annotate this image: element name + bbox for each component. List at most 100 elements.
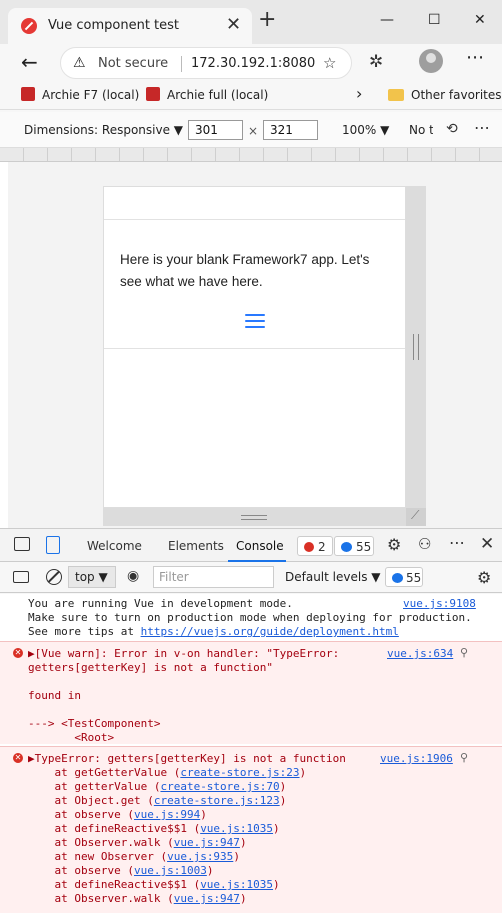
grip-icon xyxy=(413,334,419,360)
error-count-badge[interactable]: 2 xyxy=(297,536,333,556)
deployment-link[interactable]: https://vuejs.org/guide/deployment.html xyxy=(141,625,399,638)
width-input[interactable]: 301 xyxy=(188,120,243,140)
warn-line: <Root> xyxy=(28,731,115,744)
message-count-badge[interactable]: 55 xyxy=(334,536,374,556)
vue-warn-message: ✕ ▶[Vue warn]: Error in v-on handler: "T… xyxy=(0,641,502,744)
stack-frame: at observe (vue.js:994) xyxy=(28,808,207,821)
extensions-icon[interactable]: ✲ xyxy=(369,52,383,72)
search-icon[interactable]: ⚲ xyxy=(460,646,468,659)
message-icon xyxy=(341,542,352,552)
stack-link[interactable]: create-store.js:70 xyxy=(160,780,279,793)
close-devtools-icon[interactable]: ✕ xyxy=(480,534,494,554)
warn-line[interactable]: ▶[Vue warn]: Error in v-on handler: "Typ… xyxy=(28,647,339,661)
message-count: 55 xyxy=(406,571,422,585)
stack-frame: at defineReactive$$1 (vue.js:1035) xyxy=(28,822,280,835)
divider xyxy=(181,56,182,72)
stack-link[interactable]: vue.js:994 xyxy=(134,808,200,821)
device-frame: Here is your blank Framework7 app. Let's… xyxy=(103,186,406,508)
warning-icon[interactable]: ⚠ xyxy=(73,55,86,71)
page-gutter xyxy=(0,162,8,528)
stack-link[interactable]: vue.js:935 xyxy=(167,850,233,863)
add-favorite-icon[interactable]: ☆ xyxy=(323,54,336,72)
stack-frame: at Object.get (create-store.js:123) xyxy=(28,794,287,807)
stack-link[interactable]: vue.js:947 xyxy=(174,892,240,905)
emulated-viewport-area: Here is your blank Framework7 app. Let's… xyxy=(0,162,502,528)
browser-tab[interactable]: Vue component test ✕ xyxy=(8,8,252,44)
ruler xyxy=(0,148,502,162)
eye-icon[interactable]: ◉ xyxy=(127,568,139,584)
bookmark-archie-full[interactable]: Archie full (local) xyxy=(167,88,268,102)
stack-link[interactable]: vue.js:1035 xyxy=(200,822,273,835)
times-label: × xyxy=(248,124,259,138)
tab-elements[interactable]: Elements xyxy=(168,539,224,553)
rotate-icon[interactable]: ⟲ xyxy=(446,121,458,137)
height-input[interactable]: 321 xyxy=(263,120,318,140)
stack-link[interactable]: vue.js:1003 xyxy=(134,864,207,877)
zoom-select[interactable]: 100% ▼ xyxy=(342,123,389,137)
stack-link[interactable]: vue.js:947 xyxy=(174,836,240,849)
tab-welcome[interactable]: Welcome xyxy=(87,539,142,553)
tab-close-icon[interactable]: ✕ xyxy=(226,14,241,35)
stack-link[interactable]: create-store.js:123 xyxy=(154,794,280,807)
throttle-select[interactable]: No throttling xyxy=(409,123,433,137)
console-settings-gear-icon[interactable]: ⚙ xyxy=(477,568,491,587)
stack-frame: at observe (vue.js:1003) xyxy=(28,864,214,877)
log-line-text: See more tips at xyxy=(28,625,141,638)
back-button[interactable]: ← xyxy=(21,50,38,74)
app-intro-text: Here is your blank Framework7 app. Let's… xyxy=(120,252,370,289)
source-link[interactable]: vue.js:634 xyxy=(387,647,453,660)
close-window-button[interactable]: ✕ xyxy=(474,12,486,28)
console-output: You are running Vue in development mode.… xyxy=(0,594,502,913)
message-count-badge[interactable]: 55 xyxy=(385,567,423,587)
more-icon[interactable]: ⋯ xyxy=(449,533,465,552)
stack-frame: at Observer.walk (vue.js:947) xyxy=(28,892,247,905)
bookmark-archie-f7[interactable]: Archie F7 (local) xyxy=(42,88,139,102)
chevron-right-icon[interactable]: › xyxy=(356,84,362,103)
address-bar[interactable]: ⚠ Not secure 172.30.192.1:8080 ☆ xyxy=(60,47,352,79)
device-toggle-icon[interactable] xyxy=(46,536,60,554)
more-icon[interactable]: ⋯ xyxy=(474,118,490,137)
menu-icon[interactable] xyxy=(245,314,265,328)
devtools-tab-bar: Welcome Elements Console 2 55 ⚙ ⚇ ⋯ ✕ xyxy=(0,528,502,562)
maximize-button[interactable]: ☐ xyxy=(428,12,441,28)
resize-handle-corner[interactable] xyxy=(406,508,426,526)
profile-icon[interactable]: ⚇ xyxy=(418,535,431,553)
resize-handle-bottom[interactable] xyxy=(103,508,406,526)
error-line[interactable]: ▶TypeError: getters[getterKey] is not a … xyxy=(28,752,346,766)
error-icon xyxy=(304,542,314,552)
stack-link[interactable]: vue.js:1035 xyxy=(200,878,273,891)
clear-console-icon[interactable] xyxy=(46,569,62,585)
resize-handle-right[interactable] xyxy=(406,186,426,526)
new-tab-button[interactable]: + xyxy=(258,9,276,31)
tab-title: Vue component test xyxy=(48,18,180,33)
log-line: See more tips at https://vuejs.org/guide… xyxy=(28,625,399,639)
stack-frame: at Observer.walk (vue.js:947) xyxy=(28,836,247,849)
source-link[interactable]: vue.js:1906 xyxy=(380,752,453,765)
error-count: 2 xyxy=(318,540,326,554)
error-icon: ✕ xyxy=(13,753,23,763)
sidebar-toggle-icon[interactable] xyxy=(13,571,29,583)
tab-console[interactable]: Console xyxy=(236,539,284,553)
stack-frame: at getGetterValue (create-store.js:23) xyxy=(28,766,307,779)
navbar-divider xyxy=(104,219,405,220)
dimensions-select[interactable]: Dimensions: Responsive ▼ xyxy=(24,123,183,137)
search-icon: ⚲ xyxy=(460,751,469,764)
context-select[interactable]: top ▼ xyxy=(68,566,116,588)
url-text[interactable]: 172.30.192.1:8080 xyxy=(191,56,315,71)
settings-gear-icon[interactable]: ⚙ xyxy=(387,535,401,554)
not-secure-label[interactable]: Not secure xyxy=(98,56,168,71)
filter-input[interactable]: Filter xyxy=(153,566,274,588)
source-link[interactable]: vue.js:9108 xyxy=(403,597,476,610)
stack-link[interactable]: create-store.js:23 xyxy=(180,766,299,779)
avatar[interactable] xyxy=(419,49,443,73)
browser-menu-icon[interactable]: ⋯ xyxy=(466,47,485,68)
stack-frame: at getterValue (create-store.js:70) xyxy=(28,780,287,793)
other-favorites[interactable]: Other favorites xyxy=(411,88,502,102)
minimize-button[interactable]: — xyxy=(380,12,394,28)
address-row: ← ⚠ Not secure 172.30.192.1:8080 ☆ ✲ ⋯ xyxy=(0,44,502,80)
log-levels-select[interactable]: Default levels ▼ xyxy=(285,570,381,584)
section-divider xyxy=(104,348,405,349)
log-line: Make sure to turn on production mode whe… xyxy=(28,611,472,624)
inspect-element-icon[interactable] xyxy=(14,537,30,551)
grip-icon xyxy=(241,515,267,520)
